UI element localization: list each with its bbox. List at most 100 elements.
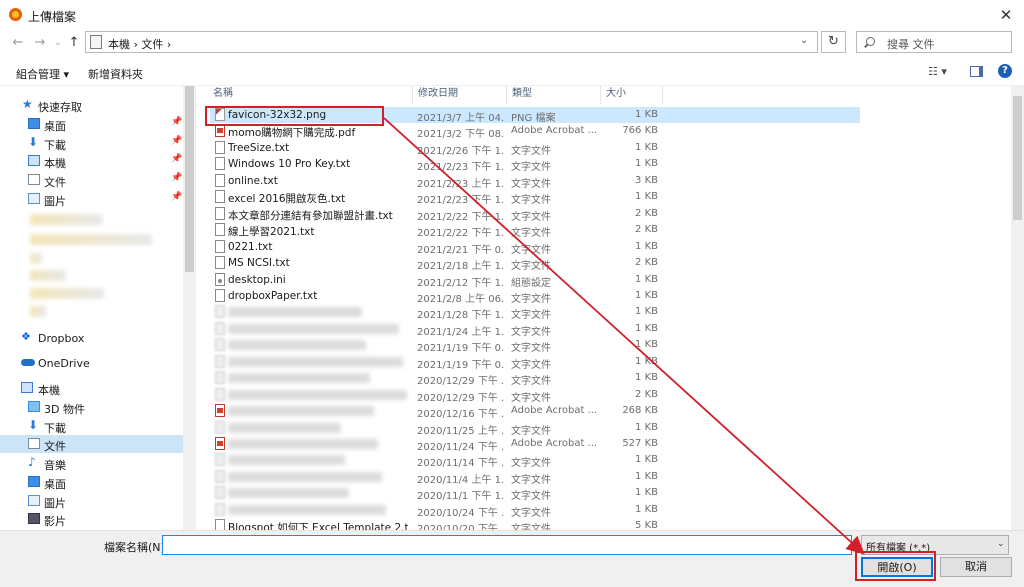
organize-button[interactable]: 組合管理 ▾ <box>16 66 69 82</box>
file-row[interactable]: TreeSize.txt 2021/2/26 下午 1... 文字文件 1 KB <box>210 140 860 157</box>
file-row[interactable]: dropboxPaper.txt 2021/2/8 上午 06... 文字文件 1 K… <box>210 288 860 305</box>
file-row[interactable]: MS NCSI.txt 2021/2/18 上午 1... 文字文件 2 KB <box>210 255 860 272</box>
sidebar-item-picture[interactable]: 圖片 <box>0 492 183 510</box>
sidebar-item-desktop[interactable]: 桌面 📌 <box>0 115 183 133</box>
column-header-size[interactable]: 大小 <box>601 86 663 104</box>
file-name <box>228 504 386 515</box>
file-date: 2021/1/19 下午 0... <box>417 359 505 371</box>
file-type: 文字文件 <box>511 211 551 223</box>
file-type: 文字文件 <box>511 392 551 404</box>
sidebar-item-download[interactable]: ⬇ 下載 📌 <box>0 134 183 152</box>
preview-pane-icon[interactable] <box>970 66 983 77</box>
sidebar-item-quick-access[interactable]: ★ 快速存取 <box>0 96 183 114</box>
address-dropdown-icon[interactable]: ⌄ <box>800 35 808 46</box>
cancel-button[interactable]: 取消 <box>940 557 1012 577</box>
search-input[interactable]: 搜尋 文件 <box>856 31 1012 53</box>
column-header-date[interactable]: 修改日期 <box>413 86 507 104</box>
sidebar-item-onedrive[interactable]: OneDrive <box>0 354 183 372</box>
file-name <box>228 422 341 433</box>
close-button[interactable]: ✕ <box>988 0 1024 30</box>
file-row[interactable]: 2021/1/28 下午 1... 文字文件 1 KB <box>210 304 860 321</box>
file-date: 2020/12/29 下午 ... <box>417 392 505 404</box>
up-arrow-icon[interactable]: ↑ <box>66 34 82 52</box>
back-arrow-icon[interactable]: ← <box>10 34 26 52</box>
address-bar[interactable]: 本機 › 文件 › ⌄ <box>85 31 818 53</box>
file-row[interactable]: 2020/12/29 下午 ... 文字文件 2 KB <box>210 387 860 404</box>
sidebar-item-video[interactable]: 影片 <box>0 510 183 528</box>
text-file-icon <box>215 338 225 352</box>
file-row[interactable]: 2020/11/25 上午 ... 文字文件 1 KB <box>210 420 860 437</box>
file-date: 2021/2/23 下午 1... <box>417 195 505 207</box>
file-date: 2021/2/8 上午 06... <box>417 293 505 305</box>
file-date: 2021/3/7 上午 04... <box>417 113 505 124</box>
file-size: 1 KB <box>635 289 658 301</box>
file-row[interactable]: 2021/1/19 下午 0... 文字文件 1 KB <box>210 354 860 371</box>
filename-input[interactable] <box>162 535 852 555</box>
desktop-icon <box>28 118 40 129</box>
file-row[interactable]: 2020/11/14 下午 ... 文字文件 1 KB <box>210 452 860 469</box>
search-placeholder: 搜尋 文件 <box>887 38 935 51</box>
view-options-button[interactable]: ☷ ▾ <box>928 65 947 78</box>
file-list-scrollbar[interactable] <box>1011 86 1024 530</box>
command-toolbar: 組合管理 ▾ 新增資料夾 ☷ ▾ ? <box>0 58 1024 86</box>
column-header-type[interactable]: 類型 <box>507 86 601 104</box>
file-row[interactable]: desktop.ini 2021/2/12 下午 1... 組態設定 1 KB <box>210 272 860 289</box>
file-name <box>228 488 349 499</box>
file-row[interactable]: 2020/11/24 下午 ... Adobe Acrobat ... 527 KB <box>210 436 860 453</box>
file-row[interactable]: Blogspot 如何下 Excel Template 2.txt 2020/10… <box>210 518 860 530</box>
refresh-button[interactable]: ↻ <box>821 31 846 53</box>
sidebar-item-document[interactable]: 文件 <box>0 435 183 454</box>
file-row[interactable]: 2020/12/29 下午 ... 文字文件 1 KB <box>210 370 860 387</box>
file-date: 2020/11/1 下午 1... <box>417 491 505 503</box>
sidebar-item-desktop[interactable]: 桌面 <box>0 473 183 491</box>
sidebar-item-label: 圖片 <box>44 194 66 208</box>
file-row[interactable]: Windows 10 Pro Key.txt 2021/2/23 下午 1... 文… <box>210 156 860 173</box>
sidebar-scrollbar[interactable] <box>183 86 196 530</box>
scrollbar-thumb[interactable] <box>1013 96 1022 220</box>
text-file-icon <box>215 519 225 530</box>
file-row[interactable]: 2020/11/1 下午 1... 文字文件 1 KB <box>210 485 860 503</box>
file-row[interactable]: 2020/12/16 下午 ... Adobe Acrobat ... 268 KB <box>210 403 860 420</box>
column-header-name[interactable]: 名稱 <box>208 86 413 104</box>
breadcrumb[interactable]: 本機 › 文件 › <box>108 36 171 52</box>
file-size: 2 KB <box>635 388 658 400</box>
file-row[interactable]: excel 2016開啟灰色.txt 2021/2/23 下午 1... 文字文件 1… <box>210 189 860 207</box>
sidebar-item-cube[interactable]: 3D 物件 <box>0 398 183 416</box>
file-date: 2020/10/24 下午 ... <box>417 507 505 519</box>
file-size: 1 KB <box>635 372 658 384</box>
file-name <box>228 471 382 482</box>
sidebar-item-dropbox[interactable]: ❖ Dropbox <box>0 329 183 347</box>
text-file-icon <box>215 354 225 368</box>
dropbox-icon: ❖ <box>21 330 31 343</box>
sidebar-item-download[interactable]: ⬇ 下載 <box>0 417 183 435</box>
file-name: Windows 10 Pro Key.txt <box>228 158 351 171</box>
sidebar-item-this-pc[interactable]: 本機 <box>0 379 183 397</box>
file-size: 1 KB <box>635 470 658 482</box>
file-type: 文字文件 <box>511 507 551 519</box>
folder-path-icon <box>90 35 102 49</box>
file-row[interactable]: 2020/11/4 上午 1... 文字文件 1 KB <box>210 469 860 486</box>
text-file-icon <box>215 305 225 319</box>
file-size: 1 KB <box>635 109 658 120</box>
file-row[interactable]: 本文章部分連結有參加聯盟計畫.txt 2021/2/22 下午 1... 文字文件 2… <box>210 206 860 223</box>
sidebar-item-document[interactable]: 文件 📌 <box>0 171 183 189</box>
file-row[interactable]: 2021/1/19 下午 0... 文字文件 1 KB <box>210 337 860 354</box>
help-button[interactable]: ? <box>998 64 1012 78</box>
file-size: 1 KB <box>635 322 658 334</box>
file-row[interactable]: 2021/1/24 上午 1... 文字文件 1 KB <box>210 321 860 338</box>
file-size: 1 KB <box>635 355 658 367</box>
forward-arrow-icon[interactable]: → <box>32 34 48 52</box>
sidebar-item-music[interactable]: ♪ 音樂 <box>0 454 183 472</box>
text-file-icon <box>215 288 225 302</box>
file-row[interactable]: 線上學習2021.txt 2021/2/22 下午 1... 文字文件 2 KB <box>210 222 860 239</box>
file-row[interactable]: 0221.txt 2021/2/21 下午 0... 文字文件 1 KB <box>210 239 860 256</box>
sidebar-item-picture[interactable]: 圖片 📌 <box>0 190 183 208</box>
scrollbar-thumb[interactable] <box>185 86 194 272</box>
file-size: 5 KB <box>635 520 658 530</box>
text-file-icon <box>215 256 225 270</box>
sidebar-item-computer[interactable]: 本機 📌 <box>0 152 183 170</box>
file-row[interactable]: online.txt 2021/2/23 上午 1... 文字文件 3 KB <box>210 173 860 190</box>
file-name <box>228 455 345 466</box>
new-folder-button[interactable]: 新增資料夾 <box>88 66 143 82</box>
file-row[interactable]: 2020/10/24 下午 ... 文字文件 1 KB <box>210 502 860 519</box>
